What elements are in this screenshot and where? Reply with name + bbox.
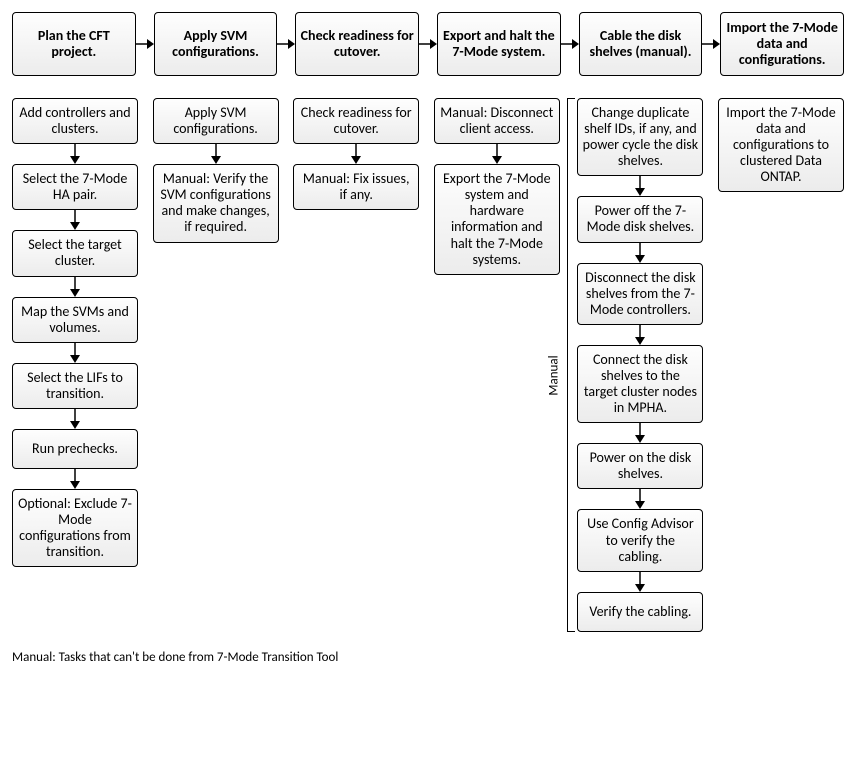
step: Manual: Verify the SVM configurations an… xyxy=(153,164,279,242)
col-export-halt: Manual: Disconnect client access. Export… xyxy=(434,98,560,275)
phase-plan: Plan the CFT project. xyxy=(12,12,136,76)
step: Check readiness for cutover. xyxy=(293,98,419,144)
step: Manual: Disconnect client access. xyxy=(434,98,560,144)
col-apply-svm: Apply SVM configurations. Manual: Verify… xyxy=(153,98,279,243)
col-plan: Add controllers and clusters. Select the… xyxy=(12,98,138,567)
arrow-right-icon xyxy=(136,37,154,51)
step: Select the target cluster. xyxy=(12,230,138,276)
steps-row: Add controllers and clusters. Select the… xyxy=(12,98,844,632)
step: Run prechecks. xyxy=(12,429,138,469)
arrow-down-icon xyxy=(68,210,82,230)
step: Export the 7-Mode system and hardware in… xyxy=(434,164,560,275)
phase-cable: Cable the disk shelves (manual). xyxy=(579,12,703,76)
arrow-right-icon xyxy=(419,37,437,51)
arrow-down-icon xyxy=(490,144,504,164)
step: Import the 7-Mode data and configuration… xyxy=(718,98,844,192)
arrow-right-icon xyxy=(561,37,579,51)
phase-row: Plan the CFT project. Apply SVM configur… xyxy=(12,12,844,76)
step: Select the LIFs to transition. xyxy=(12,363,138,409)
arrow-down-icon xyxy=(633,325,647,345)
arrow-right-icon xyxy=(702,37,720,51)
col-cable-wrapper: Manual Change duplicate shelf IDs, if an… xyxy=(561,98,703,632)
footnote: Manual: Tasks that can't be done from 7-… xyxy=(12,650,844,665)
arrow-right-icon xyxy=(277,37,295,51)
step: Use Config Advisor to verify the cabling… xyxy=(577,509,703,571)
step: Disconnect the disk shelves from the 7-M… xyxy=(577,263,703,325)
step: Power on the disk shelves. xyxy=(577,443,703,489)
step: Verify the cabling. xyxy=(577,592,703,632)
step: Power off the 7-Mode disk shelves. xyxy=(577,196,703,242)
arrow-down-icon xyxy=(68,144,82,164)
manual-label: Manual xyxy=(547,355,562,395)
col-check-readiness: Check readiness for cutover. Manual: Fix… xyxy=(293,98,419,210)
step: Add controllers and clusters. xyxy=(12,98,138,144)
step: Manual: Fix issues, if any. xyxy=(293,164,419,210)
arrow-down-icon xyxy=(633,489,647,509)
arrow-down-icon xyxy=(68,469,82,489)
col-cable: Change duplicate shelf IDs, if any, and … xyxy=(577,98,703,632)
phase-export-halt: Export and halt the 7-Mode system. xyxy=(437,12,561,76)
arrow-down-icon xyxy=(68,409,82,429)
phase-check-readiness: Check readiness for cutover. xyxy=(295,12,419,76)
phase-apply-svm: Apply SVM configurations. xyxy=(154,12,278,76)
phase-import: Import the 7-Mode data and configuration… xyxy=(720,12,844,76)
step: Change duplicate shelf IDs, if any, and … xyxy=(577,98,703,176)
arrow-down-icon xyxy=(633,176,647,196)
col-import: Import the 7-Mode data and configuration… xyxy=(718,98,844,192)
arrow-down-icon xyxy=(68,343,82,363)
step: Map the SVMs and volumes. xyxy=(12,297,138,343)
arrow-down-icon xyxy=(349,144,363,164)
step: Select the 7-Mode HA pair. xyxy=(12,164,138,210)
step: Optional: Exclude 7-Mode configurations … xyxy=(12,489,138,567)
arrow-down-icon xyxy=(633,572,647,592)
arrow-down-icon xyxy=(633,423,647,443)
arrow-down-icon xyxy=(209,144,223,164)
arrow-down-icon xyxy=(68,277,82,297)
arrow-down-icon xyxy=(633,243,647,263)
bracket-icon xyxy=(561,98,575,632)
step: Apply SVM configurations. xyxy=(153,98,279,144)
step: Connect the disk shelves to the target c… xyxy=(577,345,703,423)
